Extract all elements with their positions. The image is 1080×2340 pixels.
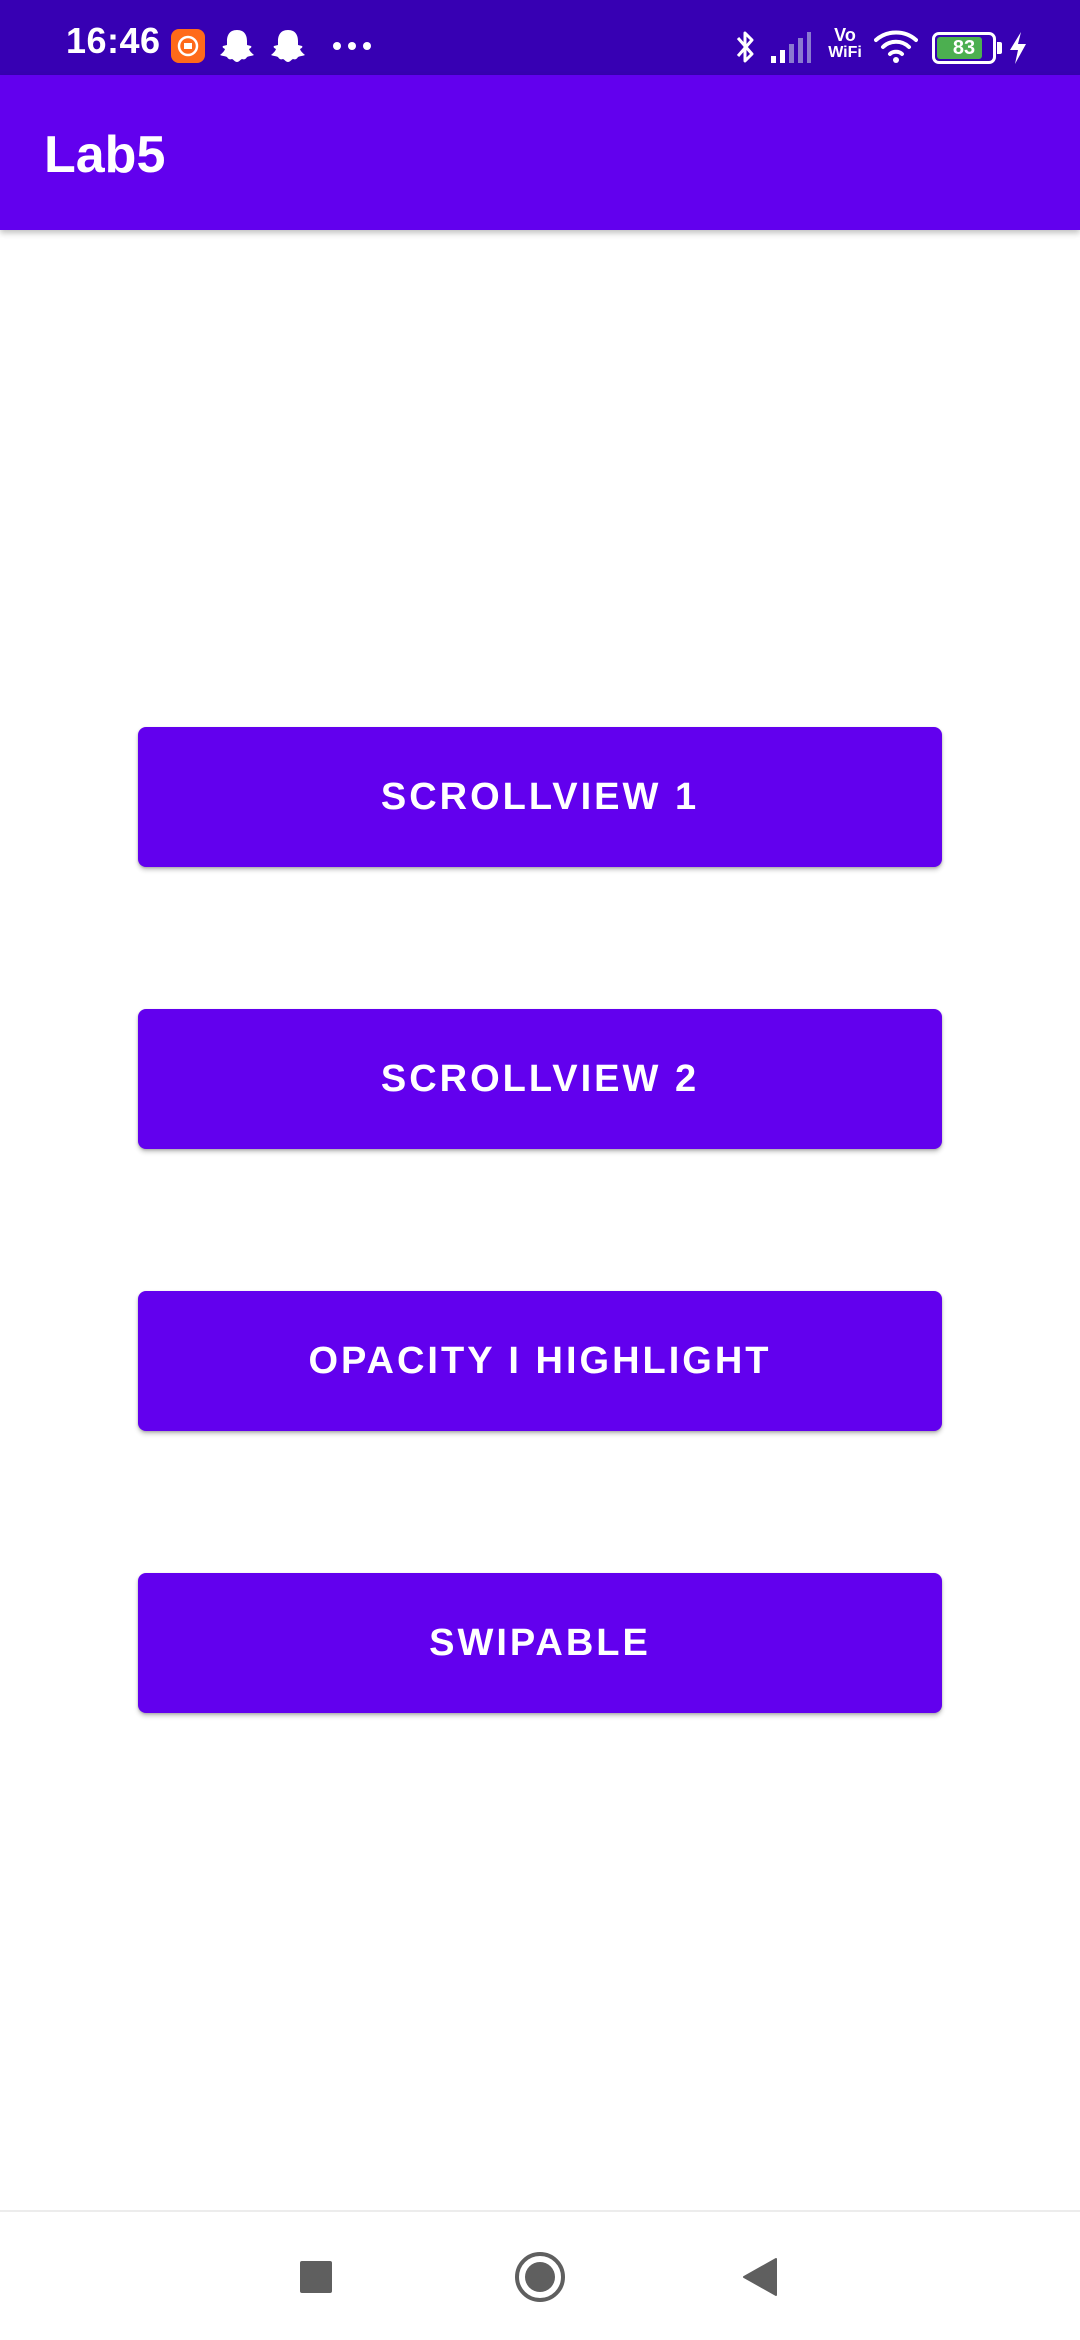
app-title: Lab5: [44, 126, 166, 184]
bluetooth-icon: [736, 31, 754, 63]
battery-tip: [997, 42, 1002, 54]
app-screen: 16:46 Vo WiFi 83 Lab5 SCROLLVIEW 1 SCROL…: [0, 0, 1080, 2340]
home-circle-icon: [515, 2252, 565, 2302]
navigation-bar: [0, 2210, 1080, 2340]
home-button[interactable]: [475, 2212, 605, 2340]
back-triangle-icon: [743, 2258, 777, 2296]
battery-body: 83: [932, 32, 996, 64]
vowifi-bottom-label: WiFi: [828, 44, 862, 61]
more-dots-icon: [333, 42, 371, 50]
status-time: 16:46: [66, 20, 161, 61]
battery-level: 83: [952, 37, 976, 59]
recents-square-icon: [300, 2261, 332, 2293]
battery-icon: 83: [932, 32, 1002, 64]
back-button[interactable]: [695, 2212, 825, 2340]
snapchat-icon: [220, 30, 254, 62]
scrollview-2-button[interactable]: SCROLLVIEW 2: [138, 1009, 942, 1149]
snapchat-icon: [271, 30, 305, 62]
opacity-highlight-button[interactable]: OPACITY I HIGHLIGHT: [138, 1291, 942, 1431]
recents-button[interactable]: [251, 2212, 381, 2340]
wifi-icon: [874, 30, 918, 63]
mi-app-icon: [171, 29, 205, 63]
app-bar: Lab5: [0, 75, 1080, 230]
vowifi-icon: Vo WiFi: [822, 26, 868, 62]
status-bar: 16:46 Vo WiFi 83: [0, 0, 1080, 75]
vowifi-top-label: Vo: [834, 25, 856, 45]
charging-icon: [1010, 32, 1026, 64]
swipable-button[interactable]: SWIPABLE: [138, 1573, 942, 1713]
scrollview-1-button[interactable]: SCROLLVIEW 1: [138, 727, 942, 867]
signal-icon: [771, 32, 811, 63]
